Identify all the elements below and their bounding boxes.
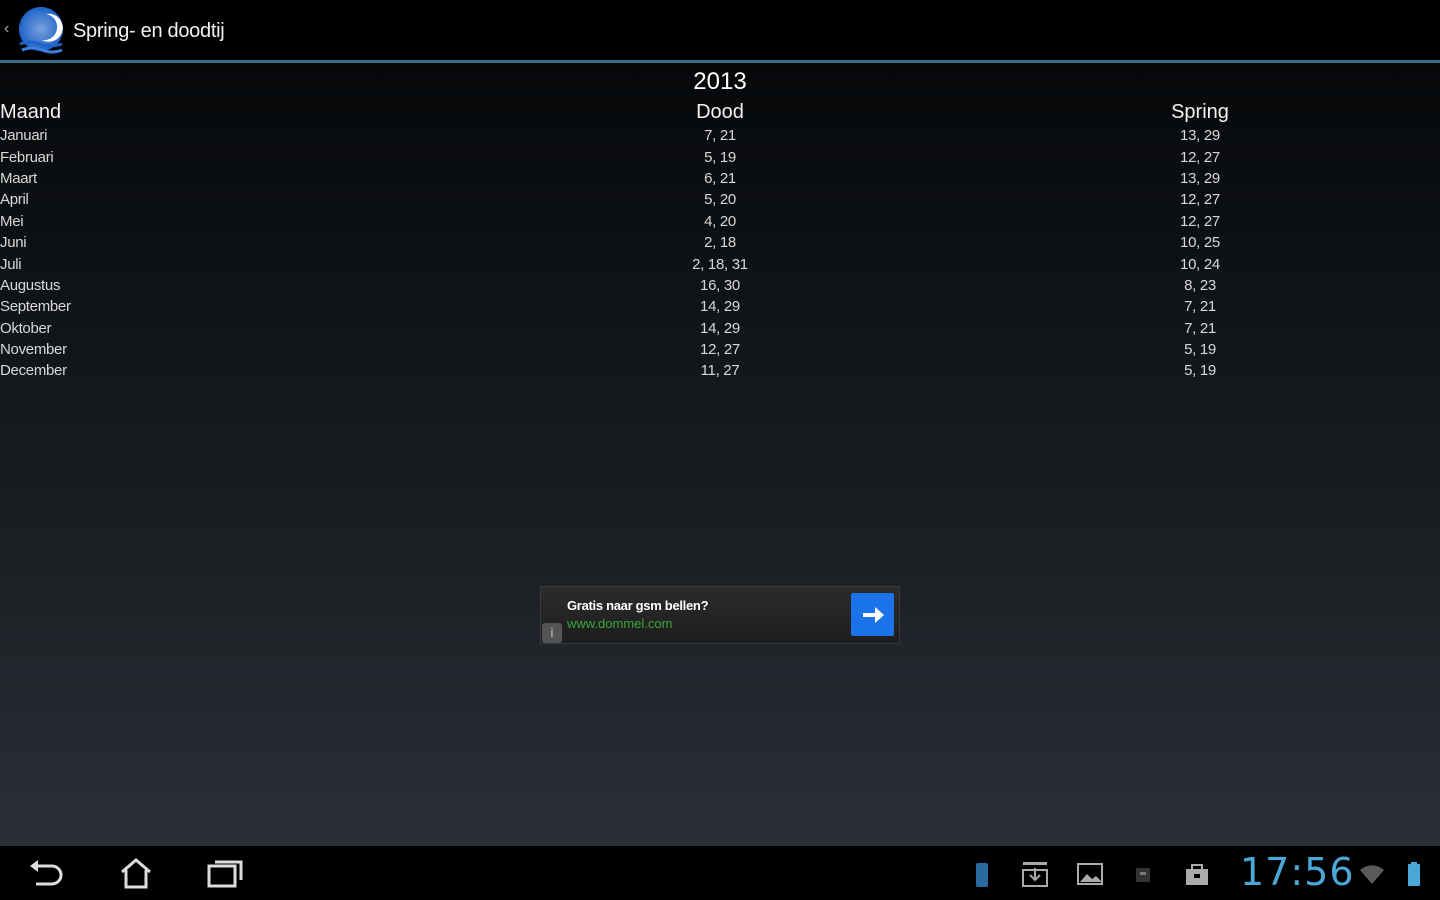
home-icon[interactable]	[116, 856, 156, 890]
table-row: Oktober 14, 29 7, 21	[0, 318, 1440, 339]
month-cell: Februari	[0, 148, 54, 166]
spring-cell: 12, 27	[1180, 148, 1220, 166]
battery-icon	[1408, 862, 1420, 886]
dood-cell: 7, 21	[704, 127, 736, 145]
table-row: December 11, 27 5, 19	[0, 360, 1440, 381]
arrow-right-icon	[862, 606, 884, 623]
month-cell: September	[0, 298, 71, 316]
spring-cell: 7, 21	[1184, 298, 1216, 316]
table-row: Mei 4, 20 12, 27	[0, 211, 1440, 232]
dood-cell: 14, 29	[700, 298, 740, 316]
header-dood: Dood	[696, 100, 744, 123]
table-row: April 5, 20 12, 27	[0, 189, 1440, 210]
action-bar: ‹ Spring- en doodtij	[0, 0, 1440, 63]
system-bar: 17:56	[0, 846, 1440, 900]
download-icon[interactable]	[1021, 860, 1049, 888]
spring-cell: 13, 29	[1180, 169, 1220, 187]
spring-cell: 7, 21	[1184, 319, 1216, 337]
dood-cell: 4, 20	[704, 212, 736, 230]
spring-cell: 5, 19	[1184, 362, 1216, 380]
table-row: Juni 2, 18 10, 25	[0, 232, 1440, 253]
gallery-icon[interactable]	[1076, 860, 1104, 888]
dood-cell: 5, 20	[704, 191, 736, 209]
notification-icon[interactable]	[1130, 860, 1158, 888]
dood-cell: 5, 19	[704, 148, 736, 166]
table-row: Februari 5, 19 12, 27	[0, 146, 1440, 167]
wifi-icon	[1360, 865, 1384, 884]
clock[interactable]: 17:56	[1240, 850, 1355, 894]
month-cell: Oktober	[0, 319, 52, 337]
header-month: Maand	[0, 100, 62, 123]
table-row: Maart 6, 21 13, 29	[0, 168, 1440, 189]
dood-cell: 12, 27	[700, 341, 740, 359]
dood-cell: 11, 27	[700, 362, 740, 380]
spring-cell: 13, 29	[1180, 127, 1220, 145]
month-cell: Mei	[0, 212, 24, 230]
ad-banner[interactable]: Gratis naar gsm bellen? www.dommel.com i	[540, 586, 900, 644]
dood-cell: 16, 30	[700, 276, 740, 294]
table-row: Augustus 16, 30 8, 23	[0, 275, 1440, 296]
battery-notification-icon[interactable]	[968, 860, 996, 888]
ad-go-button[interactable]	[851, 593, 894, 636]
month-cell: November	[0, 341, 67, 359]
month-cell: Juni	[0, 234, 27, 252]
dood-cell: 14, 29	[700, 319, 740, 337]
ad-title: Gratis naar gsm bellen?	[567, 598, 709, 613]
shopping-bag-icon[interactable]	[1183, 860, 1211, 888]
spring-cell: 5, 19	[1184, 341, 1216, 359]
spring-cell: 10, 25	[1180, 234, 1220, 252]
month-cell: Maart	[0, 169, 37, 187]
month-cell: December	[0, 362, 67, 380]
spring-cell: 12, 27	[1180, 191, 1220, 209]
moon-app-icon[interactable]	[14, 4, 70, 60]
month-cell: Augustus	[0, 276, 61, 294]
dood-cell: 6, 21	[704, 169, 736, 187]
table-header-row: Maand Dood Spring	[0, 99, 1440, 125]
up-chevron-icon[interactable]: ‹	[4, 20, 9, 38]
table-row: November 12, 27 5, 19	[0, 339, 1440, 360]
month-cell: April	[0, 191, 29, 209]
spring-cell: 8, 23	[1184, 276, 1216, 294]
year-heading: 2013	[693, 68, 747, 95]
back-icon[interactable]	[26, 856, 66, 890]
tide-table: Maand Dood Spring Januari 7, 21 13, 29 F…	[0, 99, 1440, 382]
tide-content: 2013 Maand Dood Spring Januari 7, 21 13,…	[0, 63, 1440, 846]
header-spring: Spring	[1171, 100, 1229, 123]
table-row: September 14, 29 7, 21	[0, 296, 1440, 317]
month-cell: Juli	[0, 255, 22, 273]
ad-info-icon[interactable]: i	[542, 623, 562, 643]
recent-apps-icon[interactable]	[205, 856, 245, 890]
ad-url: www.dommel.com	[567, 616, 673, 631]
month-cell: Januari	[0, 127, 48, 145]
spring-cell: 10, 24	[1180, 255, 1220, 273]
dood-cell: 2, 18, 31	[692, 255, 748, 273]
table-row: Juli 2, 18, 31 10, 24	[0, 253, 1440, 274]
app-title: Spring- en doodtij	[73, 20, 225, 42]
dood-cell: 2, 18	[704, 234, 736, 252]
spring-cell: 12, 27	[1180, 212, 1220, 230]
table-row: Januari 7, 21 13, 29	[0, 125, 1440, 146]
